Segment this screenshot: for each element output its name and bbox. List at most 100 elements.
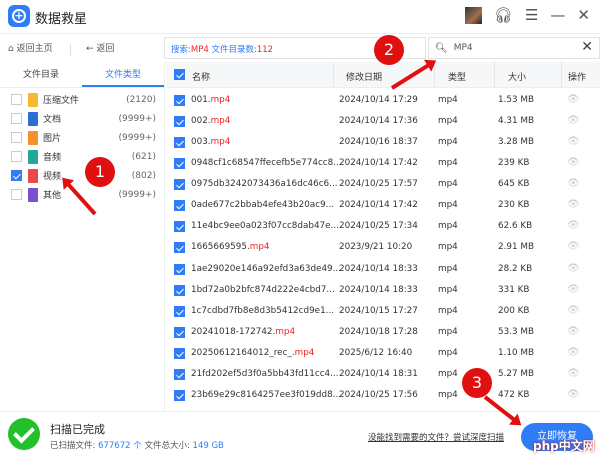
back-button[interactable]: ← 返回 <box>86 41 114 54</box>
preview-eye-icon[interactable]: 👁︎ <box>567 368 580 379</box>
table-row[interactable]: 1c7cdbd7fb8e8d3b5412cd9e1... 2024/10/15 1… <box>166 301 600 322</box>
file-name: 1bd72a0b2bfc874d222e4cbd7... <box>191 284 335 295</box>
file-type: mp4 <box>438 200 458 211</box>
table-row[interactable]: 1bd72a0b2bfc874d222e4cbd7... 2024/10/14 1… <box>166 280 600 301</box>
row-checkbox[interactable] <box>174 389 185 401</box>
modified-date: 2024/10/14 18:33 <box>339 263 418 274</box>
preview-eye-icon[interactable]: 👁︎ <box>567 94 580 105</box>
preview-eye-icon[interactable]: 👁︎ <box>567 305 580 316</box>
annotation-badge-2: 2 <box>374 35 404 65</box>
table-row[interactable]: 0948cf1c68547ffecefb5e774cc8... 2024/10/1… <box>166 153 600 174</box>
header-size[interactable]: 大小 <box>508 70 526 83</box>
category-item[interactable]: 图片 (9999+) <box>0 128 164 147</box>
preview-eye-icon[interactable]: 👁︎ <box>567 389 580 400</box>
left-panel: 文件目录 文件类型 压缩文件 (2120) 文档 (9999+) 图片 (9999+) 音频… <box>0 62 165 411</box>
close-icon[interactable]: ✕ <box>577 6 590 24</box>
home-button[interactable]: ⌂ 返回主页 <box>8 41 53 54</box>
table-row[interactable]: 0ade677c2bbab4efe43b20ac9... 2024/10/14 1… <box>166 195 600 216</box>
category-checkbox[interactable] <box>11 170 22 181</box>
file-name: 23b69e29c8164257ee3f019dd8... <box>191 389 342 400</box>
deep-scan-link[interactable]: 没能找到需要的文件？尝试深度扫描 <box>368 431 504 443</box>
preview-eye-icon[interactable]: 👁︎ <box>567 157 580 168</box>
file-type-icon <box>28 92 38 107</box>
modified-date: 2024/10/14 18:33 <box>339 284 418 295</box>
row-checkbox[interactable] <box>174 221 185 233</box>
preview-eye-icon[interactable]: 👁︎ <box>567 178 580 189</box>
preview-eye-icon[interactable]: 👁︎ <box>567 115 580 126</box>
file-type: mp4 <box>438 284 458 295</box>
file-name: 001.mp4 <box>191 95 231 105</box>
preview-eye-icon[interactable]: 👁︎ <box>567 263 580 274</box>
table-row[interactable]: 002.mp4 2024/10/14 17:36 mp4 4.31 MB 👁︎ <box>166 111 600 132</box>
annotation-badge-1: 1 <box>85 157 115 187</box>
annotation-badge-3: 3 <box>462 368 492 398</box>
row-checkbox[interactable] <box>174 137 185 149</box>
header-date[interactable]: 修改日期 <box>346 70 382 83</box>
row-checkbox[interactable] <box>174 263 185 275</box>
file-type: mp4 <box>438 179 458 190</box>
file-name: 1ae29020e146a92efd3a63de49... <box>191 263 342 274</box>
category-checkbox[interactable] <box>11 113 22 124</box>
modified-date: 2024/10/14 17:42 <box>339 158 418 169</box>
table-row[interactable]: 20241018-172742.mp4 2024/10/18 17:28 mp4 53… <box>166 322 600 343</box>
preview-eye-icon[interactable]: 👁︎ <box>567 347 580 358</box>
row-checkbox[interactable] <box>174 116 185 128</box>
app-title: 数据救星 <box>35 12 88 27</box>
file-type: mp4 <box>438 389 458 400</box>
category-checkbox[interactable] <box>11 151 22 162</box>
modified-date: 2024/10/15 17:27 <box>339 305 418 316</box>
row-checkbox[interactable] <box>174 347 185 359</box>
check-circle-icon <box>8 418 40 450</box>
select-all-checkbox[interactable] <box>174 69 185 80</box>
category-item[interactable]: 文档 (9999+) <box>0 109 164 128</box>
table-row[interactable]: 1ae29020e146a92efd3a63de49... 2024/10/14 … <box>166 259 600 280</box>
category-item[interactable]: 音频 (621) <box>0 147 164 166</box>
row-checkbox[interactable] <box>174 284 185 296</box>
tab-file-directory[interactable]: 文件目录 <box>0 62 82 87</box>
tab-file-type[interactable]: 文件类型 <box>82 62 164 87</box>
category-checkbox[interactable] <box>11 132 22 143</box>
table-row[interactable]: 003.mp4 2024/10/16 18:37 mp4 3.28 MB 👁︎ <box>166 132 600 153</box>
row-checkbox[interactable] <box>174 326 185 338</box>
preview-eye-icon[interactable]: 👁︎ <box>567 220 580 231</box>
header-type[interactable]: 类型 <box>448 70 466 83</box>
category-item[interactable]: 视频 (802) <box>0 166 164 185</box>
preview-eye-icon[interactable]: 👁︎ <box>567 326 580 337</box>
table-row[interactable]: 20250612164012_rec_.mp4 2025/6/12 16:40 mp… <box>166 343 600 364</box>
table-row[interactable]: 001.mp4 2024/10/14 17:29 mp4 1.53 MB 👁︎ <box>166 90 600 111</box>
preview-eye-icon[interactable]: 👁︎ <box>567 199 580 210</box>
row-checkbox[interactable] <box>174 242 185 254</box>
preview-eye-icon[interactable]: 👁︎ <box>567 136 580 147</box>
table-row[interactable]: 1665669595.mp4 2023/9/21 10:20 mp4 2.91 MB 👁… <box>166 237 600 258</box>
header-name[interactable]: 名称 <box>192 70 210 83</box>
preview-eye-icon[interactable]: 👁︎ <box>567 241 580 252</box>
avatar[interactable] <box>464 6 482 24</box>
headset-icon[interactable]: 🎧︎ <box>494 6 513 24</box>
preview-eye-icon[interactable]: 👁︎ <box>567 284 580 295</box>
file-size: 4.31 MB <box>498 116 535 127</box>
search-box: 🔍︎ ✕ <box>428 37 600 59</box>
search-input[interactable] <box>453 43 574 53</box>
row-checkbox[interactable] <box>174 95 185 106</box>
modified-date: 2024/10/25 17:57 <box>339 179 418 190</box>
table-row[interactable]: 11e4bc9ee0a023f07cc8dab47e... 2024/10/25 … <box>166 216 600 237</box>
file-type: mp4 <box>438 137 458 148</box>
modified-date: 2024/10/18 17:28 <box>339 326 418 337</box>
minimize-icon[interactable]: — <box>550 6 565 24</box>
table-row[interactable]: 23b69e29c8164257ee3f019dd8... 2024/10/25 … <box>166 385 600 406</box>
row-checkbox[interactable] <box>174 305 185 317</box>
row-checkbox[interactable] <box>174 179 185 191</box>
category-checkbox[interactable] <box>11 94 22 105</box>
modified-date: 2024/10/14 17:36 <box>339 116 418 127</box>
row-checkbox[interactable] <box>174 200 185 212</box>
table-row[interactable]: 21fd202ef5d3f0a5bb43fd11cc4... 2024/10/14… <box>166 364 600 385</box>
row-checkbox[interactable] <box>174 368 185 380</box>
menu-icon[interactable]: ☰ <box>525 6 538 24</box>
table-row[interactable]: 0975db3242073436a16dc46c6... 2024/10/25 1… <box>166 174 600 195</box>
file-name: 20241018-172742.mp4 <box>191 326 296 337</box>
home-icon: ⌂ <box>8 44 17 54</box>
category-checkbox[interactable] <box>11 189 22 200</box>
clear-search-icon[interactable]: ✕ <box>581 39 593 55</box>
row-checkbox[interactable] <box>174 158 185 170</box>
category-item[interactable]: 压缩文件 (2120) <box>0 90 164 109</box>
